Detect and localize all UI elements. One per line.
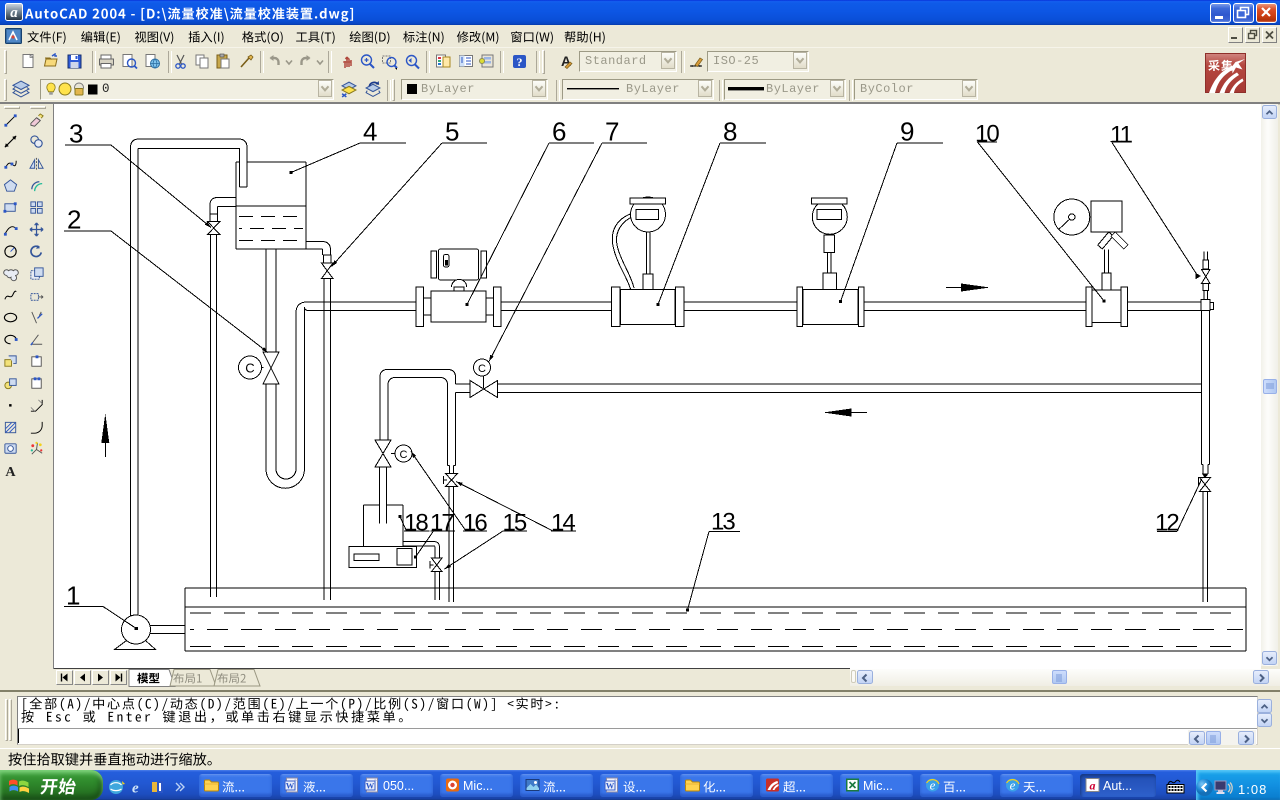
svg-text:3: 3 bbox=[69, 119, 83, 149]
svg-text:7: 7 bbox=[605, 117, 619, 147]
svg-text:6: 6 bbox=[552, 117, 566, 147]
svg-text:15: 15 bbox=[503, 510, 527, 537]
svg-text:16: 16 bbox=[463, 510, 487, 537]
svg-text:4: 4 bbox=[363, 117, 377, 147]
svg-text:C: C bbox=[245, 361, 254, 376]
svg-text:11: 11 bbox=[1110, 122, 1133, 149]
svg-text:W: W bbox=[606, 781, 615, 791]
svg-text:13: 13 bbox=[711, 509, 735, 536]
svg-text:12: 12 bbox=[1155, 510, 1179, 537]
svg-text:W: W bbox=[366, 781, 375, 791]
svg-text:C: C bbox=[478, 363, 486, 375]
svg-text:5: 5 bbox=[445, 117, 459, 147]
svg-text:e: e bbox=[132, 781, 139, 797]
svg-text:W: W bbox=[286, 781, 295, 791]
svg-text:2: 2 bbox=[67, 205, 81, 235]
svg-text:a: a bbox=[1090, 779, 1096, 793]
svg-text:8: 8 bbox=[723, 117, 737, 147]
svg-text:A: A bbox=[5, 465, 16, 480]
svg-text:17: 17 bbox=[430, 510, 454, 537]
svg-text:1: 1 bbox=[66, 581, 80, 611]
svg-text:18: 18 bbox=[404, 510, 428, 537]
svg-text:10: 10 bbox=[975, 121, 999, 148]
svg-text:a: a bbox=[10, 5, 18, 21]
svg-text:C: C bbox=[400, 449, 408, 461]
svg-text:9: 9 bbox=[900, 117, 914, 147]
svg-text:14: 14 bbox=[551, 510, 575, 537]
svg-text:?: ? bbox=[517, 55, 523, 69]
